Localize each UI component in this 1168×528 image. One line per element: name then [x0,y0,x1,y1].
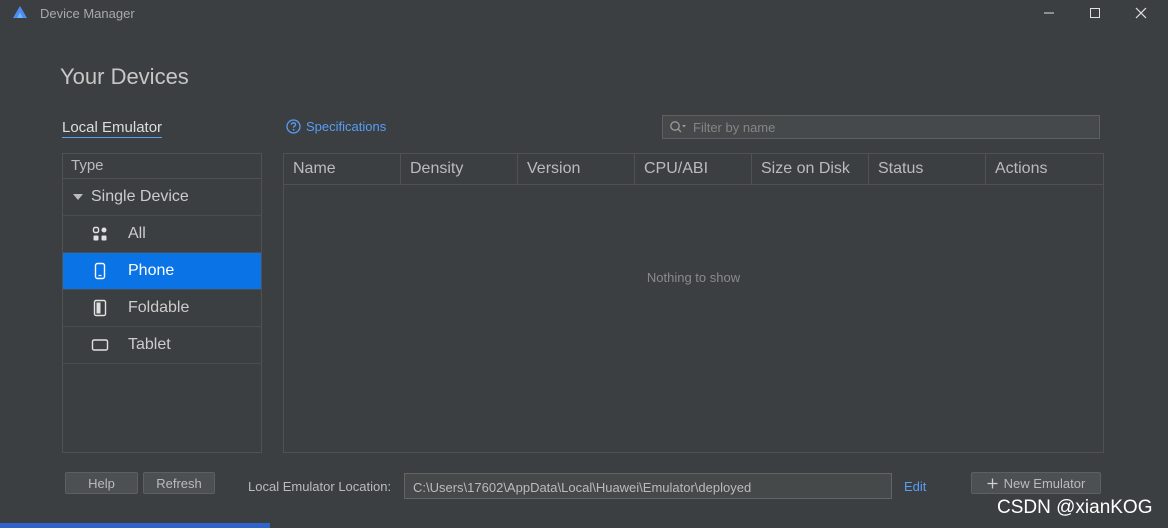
filter-box[interactable] [662,115,1100,139]
sidebar-item-tablet[interactable]: Tablet [63,327,261,364]
search-icon [670,121,686,133]
column-header-cpu-abi[interactable]: CPU/ABI [635,154,752,184]
location-field[interactable] [404,473,892,499]
sidebar-item-label: All [128,225,146,242]
maximize-button[interactable] [1072,0,1118,26]
column-header-actions[interactable]: Actions [986,154,1103,184]
close-icon [1135,7,1147,19]
new-emulator-button[interactable]: New Emulator [971,472,1101,494]
column-header-version[interactable]: Version [518,154,635,184]
foldable-icon [91,299,109,317]
edit-location-link[interactable]: Edit [904,479,926,494]
window-title: Device Manager [40,6,135,21]
devices-table: Name Density Version CPU/ABI Size on Dis… [283,153,1104,453]
grid-apps-icon [91,225,109,243]
maximize-icon [1090,8,1100,18]
phone-icon [91,262,109,280]
page-title: Your Devices [60,64,189,89]
refresh-button[interactable]: Refresh [143,472,215,494]
sidebar-header: Type [63,154,261,179]
specifications-label: Specifications [306,119,387,134]
question-circle-icon [286,119,301,134]
sidebar-item-foldable[interactable]: Foldable [63,290,261,327]
tab-local-emulator[interactable]: Local Emulator [62,119,163,138]
taskbar-strip [0,523,270,528]
device-type-sidebar: Type Single Device All Phone Foldable Ta… [62,153,262,453]
sidebar-item-label: Tablet [128,336,171,353]
location-input[interactable] [411,479,885,496]
watermark-text: CSDN @xianKOG [997,497,1153,518]
column-header-size-on-disk[interactable]: Size on Disk [752,154,869,184]
sidebar-item-all[interactable]: All [63,216,261,253]
sidebar-item-phone[interactable]: Phone [63,253,261,290]
location-label: Local Emulator Location: [248,479,392,494]
table-header: Name Density Version CPU/ABI Size on Dis… [284,154,1103,185]
column-header-name[interactable]: Name [284,154,401,184]
column-header-density[interactable]: Density [401,154,518,184]
tablet-icon [91,336,109,354]
sidebar-group-single-device[interactable]: Single Device [63,179,261,216]
caret-down-icon [73,194,83,200]
empty-state-text: Nothing to show [646,270,741,285]
sidebar-item-label: Phone [128,262,175,279]
new-emulator-label: New Emulator [1003,475,1086,491]
column-header-status[interactable]: Status [869,154,986,184]
filter-input[interactable] [691,118,1075,136]
minimize-button[interactable] [1026,0,1072,26]
help-button[interactable]: Help [65,472,138,494]
minimize-icon [1044,12,1054,14]
app-logo-icon [12,5,28,21]
title-bar: Device Manager [0,0,1168,26]
plus-icon [987,478,998,488]
specifications-link[interactable]: Specifications [286,119,386,134]
sidebar-item-label: Foldable [128,299,190,316]
sidebar-group-label: Single Device [91,188,189,205]
close-button[interactable] [1118,0,1164,26]
